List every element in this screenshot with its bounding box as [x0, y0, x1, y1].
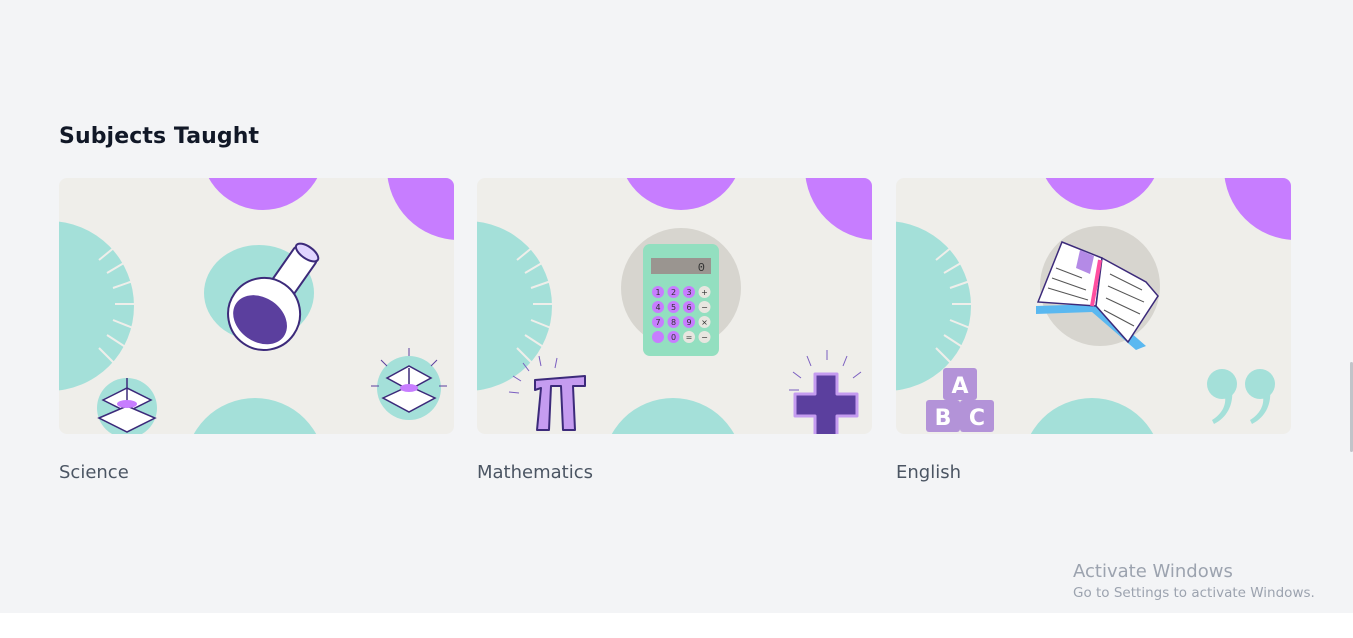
block-letter-b: B [935, 406, 952, 431]
plus-icon [789, 350, 862, 434]
watermark-title: Activate Windows [1073, 561, 1233, 582]
subject-card-english[interactable]: A B C English [896, 178, 1291, 483]
calculator-key-label: 2 [671, 288, 676, 297]
calculator-icon: 0 1 2 3 +4 5 6 −7 8 9 ×0 = − [621, 228, 741, 356]
calculator-key-label: 1 [655, 288, 660, 297]
calculator-key-label: 0 [671, 333, 676, 342]
balance-scale-icon [97, 378, 157, 434]
calculator-key-label: 7 [655, 318, 660, 327]
calculator-key-label: 8 [671, 318, 676, 327]
watermark-subtitle: Go to Settings to activate Windows. [1073, 585, 1315, 601]
calculator-key-label: 9 [686, 318, 691, 327]
calculator-key-label: − [701, 303, 708, 312]
calculator-display: 0 [698, 261, 705, 275]
block-letter-a: A [951, 374, 968, 399]
subject-card-science[interactable]: Science [59, 178, 454, 483]
science-card-image[interactable] [59, 178, 454, 434]
flask-icon [204, 242, 320, 351]
calculator-key-label: × [701, 318, 708, 327]
subject-label-english[interactable]: English [896, 462, 961, 483]
page-background: Subjects Taught Science 0 1 2 3 + 4 5 6 … [0, 0, 1353, 613]
english-card-image[interactable]: A B C [896, 178, 1291, 434]
section-title: Subjects Taught [59, 124, 260, 149]
calculator-key-label: + [701, 288, 708, 297]
abc-blocks-icon: A B C [926, 368, 994, 432]
calculator-key-label: − [701, 333, 708, 342]
subject-label-mathematics[interactable]: Mathematics [477, 462, 593, 483]
calculator-key-label: = [686, 333, 693, 342]
quote-marks-icon [1207, 369, 1275, 424]
mathematics-card-image[interactable]: 0 1 2 3 +4 5 6−7 8 9 × 0 = − [477, 178, 872, 434]
calculator-key-label: 3 [686, 288, 691, 297]
subject-label-science[interactable]: Science [59, 462, 129, 483]
block-letter-c: C [969, 406, 985, 431]
calculator-key-label: 4 [655, 303, 660, 312]
balance-scale-icon [371, 348, 447, 420]
calculator-key-label: 5 [671, 303, 676, 312]
activate-windows-watermark: Activate Windows Go to Settings to activ… [1073, 561, 1315, 602]
open-book-icon [1036, 226, 1160, 350]
subject-card-mathematics[interactable]: 0 1 2 3 +4 5 6−7 8 9 × 0 = − Mathematics [477, 178, 872, 483]
calculator-key-label: 6 [686, 303, 691, 312]
calculator-key [652, 331, 664, 343]
